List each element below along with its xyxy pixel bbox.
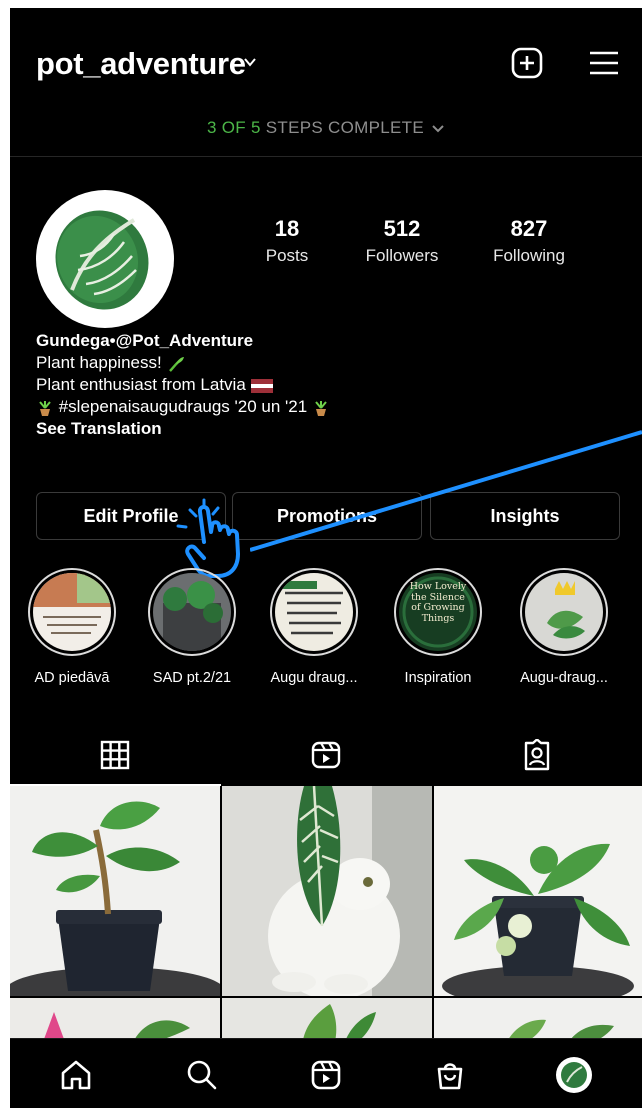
profile-screen: pot_adventure 3 OF 5 STEPS COMPLETE 18 P… — [10, 8, 642, 1108]
new-post-icon[interactable] — [510, 46, 544, 80]
username-title[interactable]: pot_adventure — [36, 46, 246, 82]
steps-rest: STEPS COMPLETE — [260, 118, 424, 137]
search-icon[interactable] — [186, 1059, 218, 1091]
reels-icon[interactable] — [310, 1059, 342, 1091]
highlight-item[interactable]: AD piedāvā — [24, 568, 120, 686]
highlight-label: SAD pt.2/21 — [152, 670, 232, 686]
stat-followers[interactable]: 512 Followers — [347, 216, 457, 266]
highlight-label: Augu draug... — [270, 670, 358, 686]
post-grid — [10, 786, 642, 1050]
potted-plant-icon — [315, 400, 327, 416]
chevron-down-icon — [432, 124, 444, 132]
seedling-icon — [169, 356, 185, 372]
chevron-down-icon[interactable] — [242, 54, 258, 70]
annotation-pointer-line — [250, 430, 642, 552]
highlight-cover-text: How Lovely the Silence of Growing Things — [409, 581, 467, 624]
steps-complete-banner[interactable]: 3 OF 5 STEPS COMPLETE — [10, 118, 642, 138]
bottom-nav — [10, 1038, 642, 1108]
latvia-flag-icon — [250, 378, 273, 393]
steps-done: 3 OF 5 — [207, 118, 261, 137]
bio-line: Plant happiness! — [36, 352, 330, 374]
potted-plant-icon — [39, 400, 51, 416]
avatar[interactable] — [44, 198, 166, 320]
tagged-icon[interactable] — [522, 739, 552, 771]
stat-value: 512 — [383, 216, 421, 241]
highlight-item[interactable]: SAD pt.2/21 — [144, 568, 240, 686]
bio-line: #slepenaisaugudraugs '20 un '21 — [36, 396, 330, 418]
profile-avatar[interactable] — [556, 1057, 592, 1093]
post-thumbnail[interactable] — [222, 786, 432, 996]
grid-icon[interactable] — [100, 740, 130, 770]
divider — [10, 156, 642, 157]
post-thumbnail[interactable] — [434, 786, 642, 996]
highlight-label: Augu-draug... — [520, 670, 608, 686]
stat-label: Followers — [365, 246, 439, 265]
shop-icon[interactable] — [434, 1059, 466, 1091]
reels-icon[interactable] — [311, 740, 341, 770]
display-name: Gundega•@Pot_Adventure — [36, 331, 254, 350]
menu-icon[interactable] — [588, 50, 620, 76]
bio-text: Plant happiness! — [36, 353, 167, 372]
stat-posts[interactable]: 18 Posts — [232, 216, 342, 266]
bio-text: Plant enthusiast from Latvia — [36, 375, 251, 394]
highlight-item[interactable]: Augu draug... — [266, 568, 362, 686]
stat-label: Posts — [265, 246, 309, 265]
bio-text: #slepenaisaugudraugs '20 un '21 — [54, 397, 312, 416]
post-thumbnail[interactable] — [10, 786, 220, 996]
bio: Gundega•@Pot_Adventure Plant happiness! … — [36, 330, 330, 440]
highlight-label: Inspiration — [404, 670, 472, 686]
stat-following[interactable]: 827 Following — [474, 216, 584, 266]
highlight-item[interactable]: Augu-draug... — [516, 568, 612, 686]
stat-value: 18 — [274, 216, 300, 241]
stat-value: 827 — [510, 216, 548, 241]
highlight-item[interactable]: How Lovely the Silence of Growing Things… — [390, 568, 486, 686]
highlight-label: AD piedāvā — [34, 670, 110, 686]
bio-line: Plant enthusiast from Latvia — [36, 374, 330, 396]
home-icon[interactable] — [60, 1059, 92, 1091]
stat-label: Following — [493, 246, 565, 265]
